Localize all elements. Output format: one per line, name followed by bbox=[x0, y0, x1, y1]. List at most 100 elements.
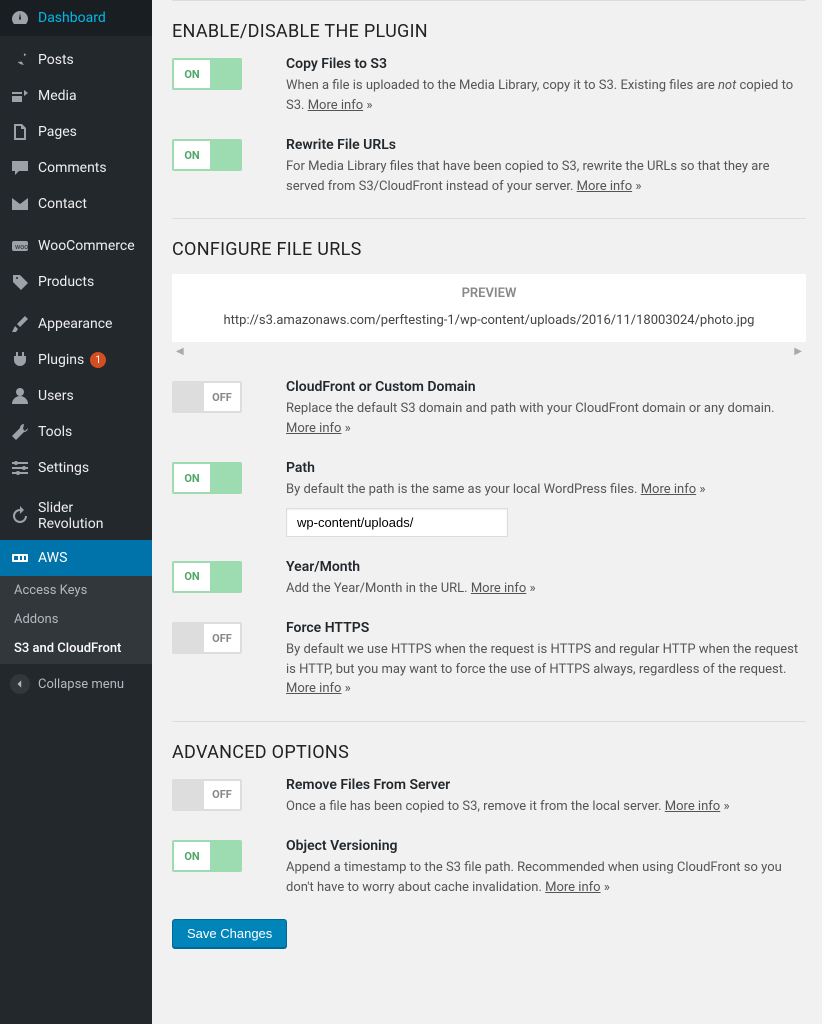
more-info-link[interactable]: More info bbox=[286, 421, 341, 436]
sidebar-item-plugins[interactable]: Plugins 1 bbox=[0, 342, 152, 378]
option-description: By default we use HTTPS when the request… bbox=[286, 640, 806, 699]
more-info-link[interactable]: More info bbox=[471, 581, 526, 596]
user-icon bbox=[10, 386, 30, 406]
sidebar-item-label: Slider Revolution bbox=[38, 500, 142, 532]
preview-next-icon[interactable]: ▶ bbox=[794, 346, 802, 357]
url-preview-box: PREVIEW http://s3.amazonaws.com/perftest… bbox=[172, 274, 806, 342]
sidebar-item-aws[interactable]: AWS bbox=[0, 540, 152, 576]
sidebar-item-products[interactable]: Products bbox=[0, 264, 152, 300]
option-description: Once a file has been copied to S3, remov… bbox=[286, 797, 806, 817]
more-info-link[interactable]: More info bbox=[641, 482, 696, 497]
toggle-object-versioning[interactable]: ON bbox=[172, 840, 242, 872]
sidebar-item-label: Tools bbox=[38, 424, 72, 440]
update-badge: 1 bbox=[90, 352, 106, 368]
plug-icon bbox=[10, 350, 30, 370]
more-info-link[interactable]: More info bbox=[545, 880, 600, 895]
collapse-icon bbox=[10, 674, 30, 694]
toggle-knob: OFF bbox=[204, 781, 240, 809]
sidebar-item-dashboard[interactable]: Dashboard bbox=[0, 0, 152, 36]
pin-icon bbox=[10, 50, 30, 70]
sidebar-item-media[interactable]: Media bbox=[0, 78, 152, 114]
option-description: Append a timestamp to the S3 file path. … bbox=[286, 858, 806, 897]
submenu-s3-cloudfront[interactable]: S3 and CloudFront bbox=[0, 634, 152, 663]
toggle-knob: ON bbox=[174, 842, 210, 870]
toggle-force-https[interactable]: OFF bbox=[172, 622, 242, 654]
option-title: CloudFront or Custom Domain bbox=[286, 379, 806, 395]
preview-url: http://s3.amazonaws.com/perftesting-1/wp… bbox=[172, 313, 806, 342]
admin-sidebar: Dashboard Posts Media Pages Comments Con… bbox=[0, 0, 152, 1024]
section-configure-title: CONFIGURE FILE URLS bbox=[172, 239, 806, 260]
sidebar-item-woocommerce[interactable]: woo WooCommerce bbox=[0, 222, 152, 264]
sidebar-item-comments[interactable]: Comments bbox=[0, 150, 152, 186]
more-info-link[interactable]: More info bbox=[308, 98, 363, 113]
sidebar-item-label: Comments bbox=[38, 160, 107, 176]
option-description: Add the Year/Month in the URL. More info… bbox=[286, 579, 806, 599]
option-description: For Media Library files that have been c… bbox=[286, 157, 806, 196]
submenu-access-keys[interactable]: Access Keys bbox=[0, 576, 152, 605]
sidebar-item-appearance[interactable]: Appearance bbox=[0, 300, 152, 342]
aws-icon bbox=[10, 548, 30, 568]
save-button[interactable]: Save Changes bbox=[172, 919, 287, 948]
toggle-knob: OFF bbox=[204, 383, 240, 411]
submenu-label: Addons bbox=[14, 612, 58, 627]
sidebar-item-label: WooCommerce bbox=[38, 238, 135, 254]
aws-submenu: Access Keys Addons S3 and CloudFront bbox=[0, 576, 152, 663]
sidebar-item-posts[interactable]: Posts bbox=[0, 36, 152, 78]
toggle-remove-files[interactable]: OFF bbox=[172, 779, 242, 811]
preview-prev-icon[interactable]: ◀ bbox=[176, 346, 184, 357]
sidebar-item-label: Plugins bbox=[38, 352, 84, 368]
sidebar-item-contact[interactable]: Contact bbox=[0, 186, 152, 222]
submenu-label: Access Keys bbox=[14, 583, 87, 598]
reload-icon bbox=[10, 506, 30, 526]
toggle-yearmonth[interactable]: ON bbox=[172, 561, 242, 593]
pages-icon bbox=[10, 122, 30, 142]
toggle-cloudfront[interactable]: OFF bbox=[172, 381, 242, 413]
option-title: Rewrite File URLs bbox=[286, 137, 806, 153]
sidebar-item-pages[interactable]: Pages bbox=[0, 114, 152, 150]
sidebar-item-users[interactable]: Users bbox=[0, 378, 152, 414]
sidebar-item-label: Appearance bbox=[38, 316, 112, 332]
option-description: By default the path is the same as your … bbox=[286, 480, 806, 500]
toggle-copy-files[interactable]: ON bbox=[172, 58, 242, 90]
tag-icon bbox=[10, 272, 30, 292]
sidebar-item-label: Users bbox=[38, 388, 74, 404]
option-title: Year/Month bbox=[286, 559, 806, 575]
sidebar-item-settings[interactable]: Settings bbox=[0, 450, 152, 486]
brush-icon bbox=[10, 314, 30, 334]
more-info-link[interactable]: More info bbox=[286, 681, 341, 696]
more-info-link[interactable]: More info bbox=[665, 799, 720, 814]
toggle-rewrite-urls[interactable]: ON bbox=[172, 139, 242, 171]
sidebar-item-label: Products bbox=[38, 274, 94, 290]
toggle-path[interactable]: ON bbox=[172, 462, 242, 494]
option-title: Force HTTPS bbox=[286, 620, 806, 636]
preview-label: PREVIEW bbox=[172, 274, 806, 313]
wrench-icon bbox=[10, 422, 30, 442]
collapse-label: Collapse menu bbox=[38, 677, 124, 692]
sidebar-item-slider-revolution[interactable]: Slider Revolution bbox=[0, 486, 152, 540]
sidebar-item-label: Posts bbox=[38, 52, 74, 68]
gauge-icon bbox=[10, 8, 30, 28]
path-input[interactable] bbox=[286, 508, 508, 537]
comment-icon bbox=[10, 158, 30, 178]
toggle-knob: ON bbox=[174, 141, 210, 169]
option-title: Remove Files From Server bbox=[286, 777, 806, 793]
sidebar-item-tools[interactable]: Tools bbox=[0, 414, 152, 450]
toggle-knob: ON bbox=[174, 563, 210, 591]
submenu-addons[interactable]: Addons bbox=[0, 605, 152, 634]
toggle-knob: OFF bbox=[204, 624, 240, 652]
option-title: Copy Files to S3 bbox=[286, 56, 806, 72]
sidebar-item-label: Media bbox=[38, 88, 77, 104]
sidebar-item-label: Dashboard bbox=[38, 10, 106, 26]
main-content: ENABLE/DISABLE THE PLUGIN ON Copy Files … bbox=[152, 0, 822, 1024]
more-info-link[interactable]: More info bbox=[577, 179, 632, 194]
submenu-label: S3 and CloudFront bbox=[14, 641, 121, 656]
svg-text:woo: woo bbox=[15, 243, 28, 251]
woo-icon: woo bbox=[10, 236, 30, 256]
option-description: Replace the default S3 domain and path w… bbox=[286, 399, 806, 438]
sliders-icon bbox=[10, 458, 30, 478]
toggle-knob: ON bbox=[174, 464, 210, 492]
sidebar-item-label: Settings bbox=[38, 460, 89, 476]
sidebar-item-label: Pages bbox=[38, 124, 77, 140]
option-title: Path bbox=[286, 460, 806, 476]
collapse-menu[interactable]: Collapse menu bbox=[0, 663, 152, 704]
